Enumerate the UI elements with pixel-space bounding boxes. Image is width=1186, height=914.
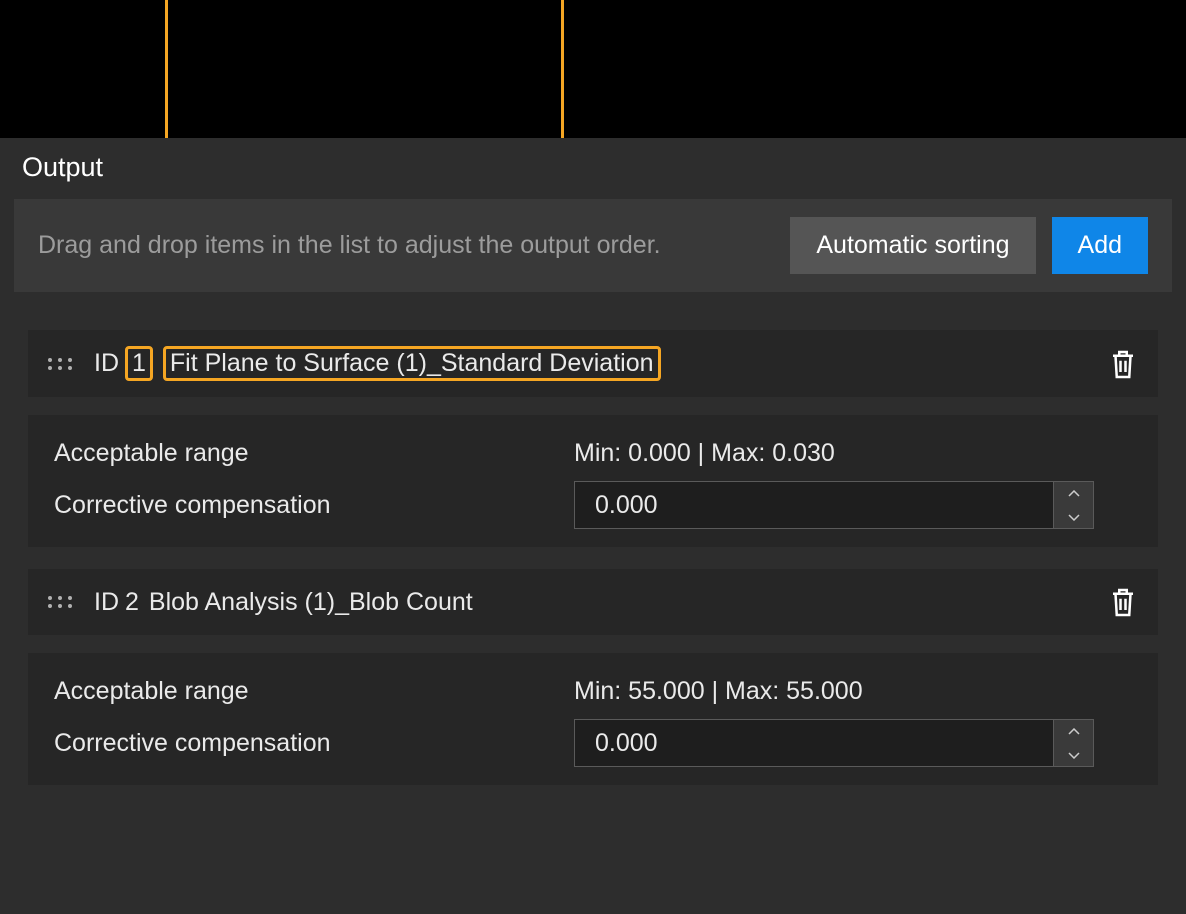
output-item: ID 2 Blob Analysis (1)_Blob Count Accept… xyxy=(28,569,1158,785)
compensation-spinbox[interactable] xyxy=(574,481,1094,529)
output-item-header[interactable]: ID 2 Blob Analysis (1)_Blob Count xyxy=(28,569,1158,635)
output-item-body: Acceptable range Min: 0.000 | Max: 0.030… xyxy=(28,415,1158,547)
acceptable-range-value: Min: 55.000 | Max: 55.000 xyxy=(574,677,863,706)
output-toolbar: Drag and drop items in the list to adjus… xyxy=(14,199,1172,292)
output-item-name: Blob Analysis (1)_Blob Count xyxy=(149,588,473,617)
output-item: ID 1 Fit Plane to Surface (1)_Standard D… xyxy=(28,330,1158,547)
acceptable-range-label: Acceptable range xyxy=(54,439,574,468)
spin-up-icon[interactable] xyxy=(1054,482,1093,505)
spin-down-icon[interactable] xyxy=(1054,743,1093,766)
compensation-spinbox[interactable] xyxy=(574,719,1094,767)
toolbar-hint: Drag and drop items in the list to adjus… xyxy=(38,230,790,261)
compensation-input[interactable] xyxy=(575,482,1053,528)
output-item-header[interactable]: ID 1 Fit Plane to Surface (1)_Standard D… xyxy=(28,330,1158,397)
output-panel: Output Drag and drop items in the list t… xyxy=(0,138,1186,914)
spin-down-icon[interactable] xyxy=(1054,505,1093,528)
acceptable-range-label: Acceptable range xyxy=(54,677,574,706)
output-item-body: Acceptable range Min: 55.000 | Max: 55.0… xyxy=(28,653,1158,785)
compensation-input[interactable] xyxy=(575,720,1053,766)
output-item-name: Fit Plane to Surface (1)_Standard Deviat… xyxy=(163,346,661,381)
panel-title: Output xyxy=(0,138,1186,193)
spin-up-icon[interactable] xyxy=(1054,720,1093,743)
output-item-id: 2 xyxy=(125,588,139,617)
add-button[interactable]: Add xyxy=(1052,217,1148,274)
output-item-id: 1 xyxy=(125,346,153,381)
delete-icon[interactable] xyxy=(1108,347,1138,381)
black-top-region xyxy=(0,0,1186,138)
drag-handle-icon[interactable] xyxy=(48,349,72,379)
output-list: ID 1 Fit Plane to Surface (1)_Standard D… xyxy=(0,298,1186,785)
acceptable-range-value: Min: 0.000 | Max: 0.030 xyxy=(574,439,835,468)
corrective-compensation-label: Corrective compensation xyxy=(54,729,574,758)
corrective-compensation-label: Corrective compensation xyxy=(54,491,574,520)
drag-handle-icon[interactable] xyxy=(48,587,72,617)
automatic-sorting-button[interactable]: Automatic sorting xyxy=(790,217,1035,274)
id-prefix-label: ID xyxy=(94,588,119,617)
delete-icon[interactable] xyxy=(1108,585,1138,619)
id-prefix-label: ID xyxy=(94,349,119,378)
